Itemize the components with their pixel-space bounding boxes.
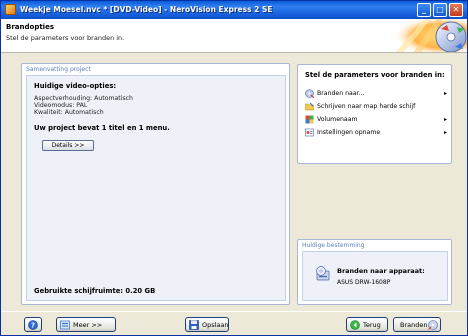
folder-icon	[305, 102, 314, 111]
record-settings-menu-item[interactable]: Instellingen opname ▸	[305, 128, 447, 138]
burn-button[interactable]: Branden	[393, 317, 441, 332]
details-button[interactable]: Details >>	[42, 140, 94, 151]
destination-content: Branden naar apparaat: ASUS DRW-1608P	[302, 251, 448, 301]
burn-disc-icon	[428, 320, 438, 330]
record-settings-icon	[305, 128, 314, 137]
burn-to-menu-item[interactable]: Branden naar... ▸	[305, 89, 447, 99]
footer-bar: ? Meer >> Opslaan Terug Branden	[1, 311, 467, 335]
record-settings-label: Instellingen opname	[317, 129, 381, 136]
close-button[interactable]: ✕	[449, 3, 463, 17]
burn-to-label: Branden naar...	[317, 90, 365, 97]
volume-name-menu-item[interactable]: Volumenaam ▸	[305, 115, 447, 125]
back-button-label: Terug	[363, 321, 381, 329]
maximize-button[interactable]: □	[433, 3, 447, 17]
disk-space-text: Gebruikte schijfruimte: 0.20 GB	[34, 287, 156, 295]
save-icon	[189, 320, 199, 330]
more-button-label: Meer >>	[73, 321, 103, 329]
submenu-arrow-icon: ▸	[443, 90, 447, 97]
help-button[interactable]: ?	[24, 317, 42, 332]
back-arrow-icon	[350, 320, 360, 330]
video-mode-text: Videomodus: PAL	[34, 102, 88, 109]
page-title: Brandopties	[6, 23, 54, 31]
app-window: Weekje Moesel.nvc * [DVD-Video] - NeroVi…	[0, 0, 468, 336]
destination-device: ASUS DRW-1608P	[337, 279, 391, 286]
aspect-ratio-text: Aspectverhouding: Automatisch	[34, 95, 133, 102]
save-button-label: Opslaan	[202, 321, 229, 329]
burn-parameters-heading: Stel de parameters voor branden in:	[305, 71, 445, 79]
help-icon: ?	[28, 320, 38, 330]
back-button[interactable]: Terug	[346, 317, 388, 332]
page-header: Brandopties Stel de parameters voor bran…	[1, 19, 467, 53]
window-title: Weekje Moesel.nvc * [DVD-Video] - NeroVi…	[20, 5, 273, 14]
write-to-folder-label: Schrijven naar map harde schijf	[317, 103, 416, 110]
summary-section-label: Samenvatting project	[26, 66, 91, 73]
destination-title: Branden naar apparaat:	[337, 267, 425, 275]
burn-parameters-panel: Stel de parameters voor branden in: Bran…	[297, 64, 452, 164]
submenu-arrow-icon: ▸	[443, 116, 447, 123]
current-options-heading: Huidige video-opties:	[34, 82, 117, 90]
burn-button-label: Branden	[400, 321, 428, 329]
more-button[interactable]: Meer >>	[56, 317, 116, 332]
page-subtitle: Stel de parameters voor branden in.	[6, 34, 125, 42]
current-destination-panel: Huidige bestemming Branden naar apparaat…	[297, 239, 452, 305]
project-summary-panel: Samenvatting project Huidige video-optie…	[21, 63, 290, 305]
summary-content: Huidige video-opties: Aspectverhouding: …	[26, 75, 286, 301]
save-button[interactable]: Opslaan	[185, 317, 229, 332]
burn-to-icon	[305, 89, 314, 98]
disc-drive-icon	[316, 266, 330, 281]
volume-name-label: Volumenaam	[317, 116, 358, 123]
burn-disc-banner-icon	[385, 19, 467, 52]
submenu-arrow-icon: ▸	[443, 129, 447, 136]
project-info-text: Uw project bevat 1 titel en 1 menu.	[34, 124, 170, 132]
quality-text: Kwaliteit: Automatisch	[34, 109, 104, 116]
more-options-icon	[60, 320, 70, 330]
volume-name-icon	[305, 115, 314, 124]
minimize-button[interactable]: _	[417, 3, 431, 17]
write-to-folder-menu-item[interactable]: Schrijven naar map harde schijf	[305, 102, 447, 112]
title-bar[interactable]: Weekje Moesel.nvc * [DVD-Video] - NeroVi…	[1, 1, 467, 19]
destination-section-label: Huidige bestemming	[302, 242, 365, 249]
svg-text:?: ?	[31, 322, 35, 330]
nero-app-icon	[5, 4, 16, 15]
